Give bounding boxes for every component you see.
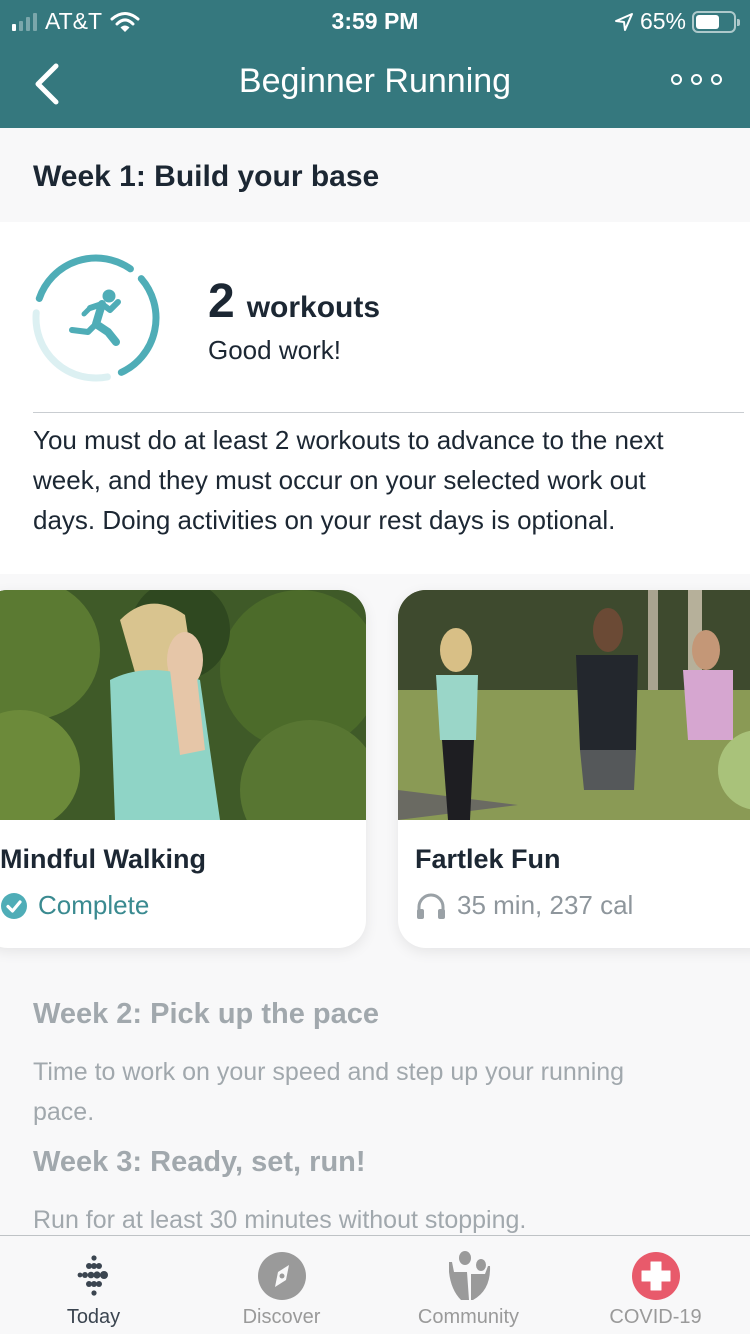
- progress-summary: 2 workouts Good work!: [208, 274, 380, 366]
- check-circle-icon: [1, 892, 27, 919]
- battery-percent: 65%: [639, 8, 686, 34]
- community-icon: [448, 1251, 490, 1300]
- workout-status: 35 min, 237 cal: [415, 890, 633, 921]
- headphones-icon: [417, 893, 445, 919]
- medical-cross-icon: [631, 1252, 680, 1300]
- more-options-button[interactable]: [671, 74, 722, 85]
- progress-message: Good work!: [208, 335, 341, 365]
- compass-icon: [257, 1252, 306, 1300]
- more-dot-icon: [691, 74, 702, 85]
- fitbit-logo-icon: [77, 1255, 108, 1296]
- tab-label: Today: [66, 1306, 121, 1328]
- tab-community[interactable]: Community: [375, 1236, 562, 1334]
- status-bar: AT&T 3:59 PM 65%: [0, 0, 750, 40]
- tab-discover[interactable]: Discover: [188, 1236, 375, 1334]
- tab-today[interactable]: Today: [0, 1236, 187, 1334]
- chevron-left-icon: [35, 63, 59, 105]
- divider: [33, 412, 744, 413]
- ring-segment-complete: [35, 254, 134, 302]
- battery-icon: [692, 10, 740, 33]
- page-title: Beginner Running: [238, 62, 512, 100]
- battery-fill: [696, 14, 720, 29]
- tab-label: Community: [417, 1306, 520, 1328]
- week3-title: Week 3: Ready, set, run!: [33, 1146, 366, 1178]
- tab-label: COVID-19: [609, 1306, 702, 1328]
- runner-icon: [69, 289, 121, 346]
- workout-photo: [0, 590, 366, 820]
- back-button[interactable]: [28, 60, 68, 108]
- week1-description: You must do at least 2 workouts to advan…: [33, 425, 664, 535]
- workout-status-label: 35 min, 237 cal: [457, 890, 634, 920]
- workout-count: 2: [208, 275, 235, 328]
- workout-count-label: workouts: [246, 291, 381, 324]
- upcoming-weeks: Week 2: Pick up the pace Time to work on…: [0, 974, 750, 1236]
- week1-progress-section: 2 workouts Good work! You must do at lea…: [0, 222, 750, 574]
- tab-covid-19[interactable]: COVID-19: [562, 1236, 749, 1334]
- week2-description: Time to work on your speed and step up y…: [33, 1058, 625, 1126]
- workout-photo: [398, 590, 750, 820]
- workout-carousel[interactable]: Mindful Walking Complete Fartlek Fun 35 …: [0, 574, 750, 974]
- workout-title: Fartlek Fun: [415, 844, 561, 874]
- week1-header: Week 1: Build your base: [0, 128, 750, 222]
- tab-bar: Today Discover Community COVID-19: [0, 1235, 750, 1334]
- workout-status: Complete: [0, 890, 149, 921]
- workout-card-fartlek-fun[interactable]: Fartlek Fun 35 min, 237 cal: [398, 590, 750, 948]
- week1-title: Week 1: Build your base: [33, 160, 380, 193]
- week2-title: Week 2: Pick up the pace: [33, 998, 379, 1030]
- tab-label: Discover: [242, 1306, 321, 1328]
- workout-status-label: Complete: [38, 890, 150, 920]
- week3-description: Run for at least 30 minutes without stop…: [33, 1206, 527, 1234]
- location-arrow-icon: [614, 12, 633, 31]
- progress-ring: [32, 254, 160, 382]
- status-right: 65%: [614, 8, 740, 35]
- more-dot-icon: [711, 74, 722, 85]
- ring-segment-complete: [117, 275, 160, 376]
- more-dot-icon: [671, 74, 682, 85]
- workout-title: Mindful Walking: [0, 844, 206, 874]
- nav-bar: Beginner Running: [0, 40, 750, 128]
- workout-card-mindful-walking[interactable]: Mindful Walking Complete: [0, 590, 366, 948]
